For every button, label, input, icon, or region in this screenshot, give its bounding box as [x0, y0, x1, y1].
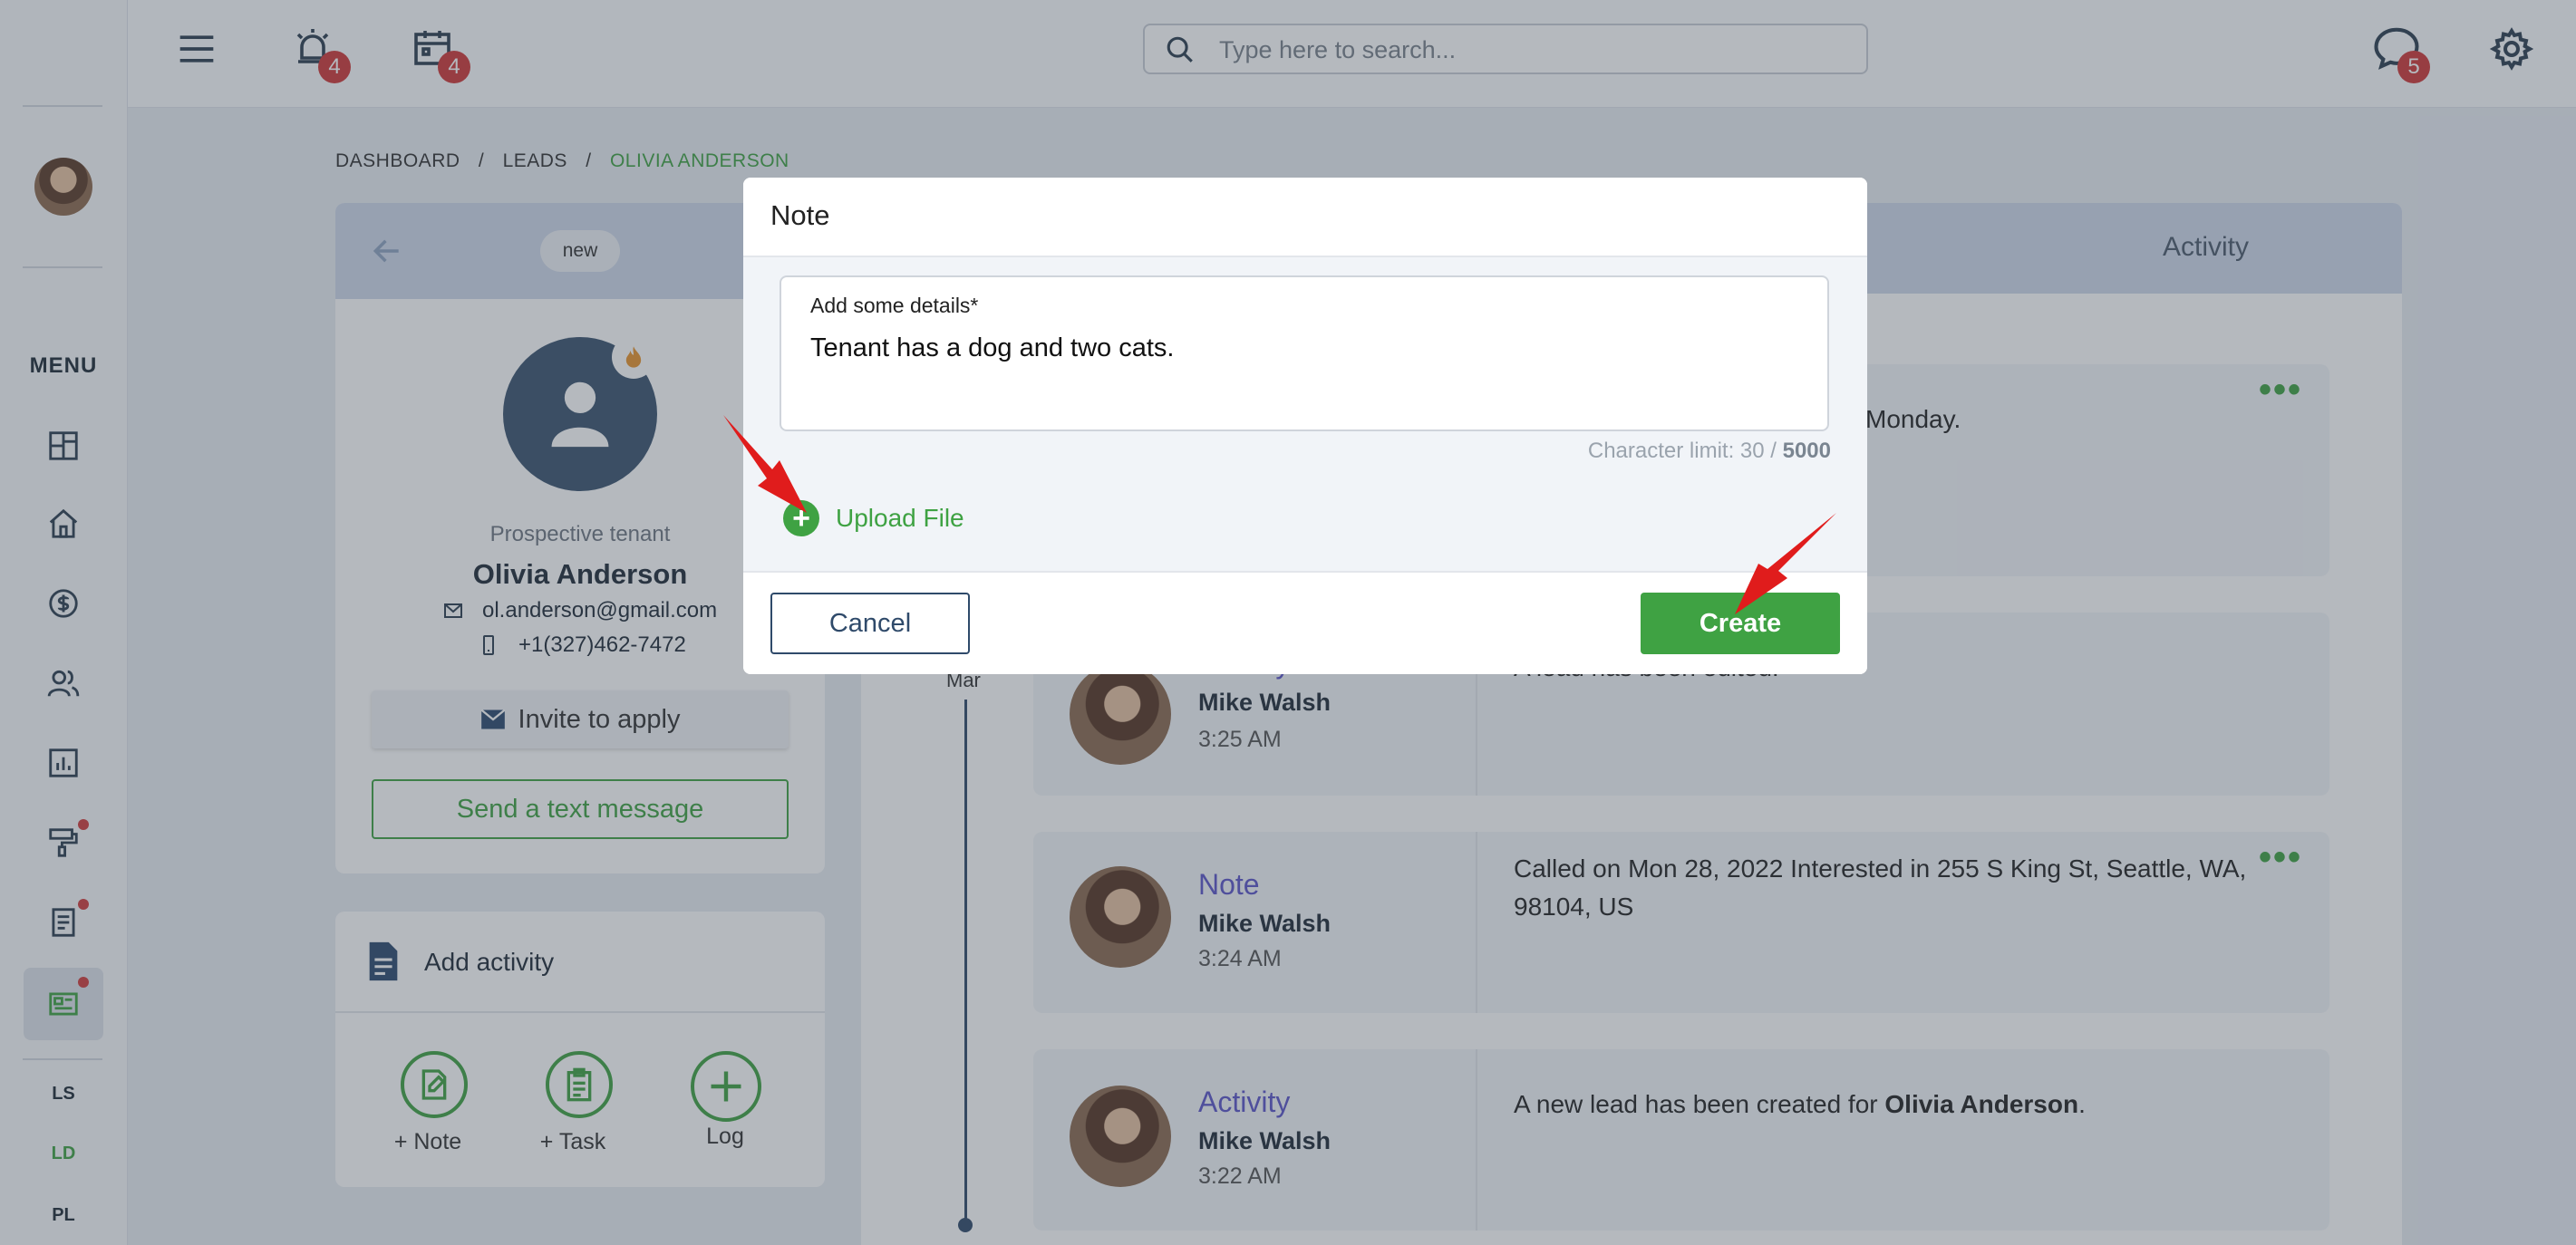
note-modal: Note Add some details* Tenant has a dog … [743, 178, 1867, 674]
cancel-button[interactable]: Cancel [770, 593, 970, 654]
modal-header: Note [743, 178, 1867, 257]
modal-body: Add some details* Tenant has a dog and t… [743, 257, 1867, 571]
field-value[interactable]: Tenant has a dog and two cats. [810, 333, 1174, 363]
annotation-arrow-icon [723, 415, 807, 513]
field-label: Add some details* [810, 294, 979, 317]
modal-footer: Cancel Create [743, 571, 1867, 674]
char-limit-text: Character limit: 30 / [1587, 439, 1783, 463]
modal-title: Note [770, 199, 830, 231]
character-limit: Character limit: 30 / 5000 [1588, 439, 1831, 464]
annotation-arrow-icon [1735, 513, 1836, 614]
char-limit-max: 5000 [1782, 439, 1831, 463]
upload-label: Upload File [836, 504, 964, 532]
note-details-textarea[interactable]: Add some details* Tenant has a dog and t… [780, 275, 1829, 431]
